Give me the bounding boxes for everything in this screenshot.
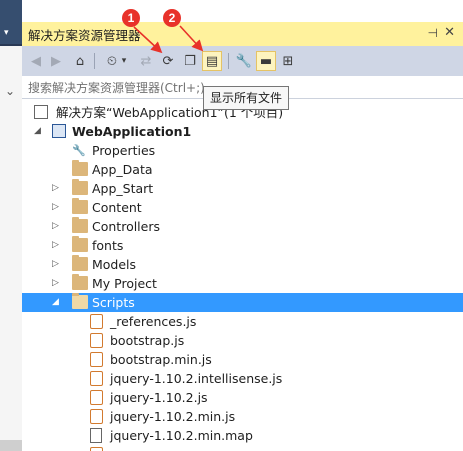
tree-item-label: bootstrap.js (110, 333, 185, 348)
tree-item-jquery-min-js[interactable]: jquery-1.10.2.min.js (22, 407, 463, 426)
tree-item-label: Content (92, 200, 142, 215)
tree-item-label: Scripts (92, 295, 135, 310)
expanded-arrow-icon[interactable]: ◢ (52, 293, 62, 312)
folder-icon (72, 198, 88, 214)
js-file-icon (90, 333, 103, 348)
collapsed-arrow-icon[interactable]: ▷ (52, 179, 62, 198)
expanded-arrow-icon[interactable]: ◢ (34, 122, 44, 141)
js-file-icon (90, 352, 103, 367)
tree-item-jquery-min-map[interactable]: jquery-1.10.2.min.map (22, 426, 463, 445)
js-file-icon (90, 390, 103, 405)
tree-item-project[interactable]: ◢ WebApplication1 (22, 122, 463, 141)
tree-item-my-project[interactable]: ▷ My Project (22, 274, 463, 293)
arrow-2 (179, 25, 204, 52)
text-file-icon (90, 428, 102, 443)
tree-item-label: Controllers (92, 219, 160, 234)
tree-item-label: bootstrap.min.js (110, 352, 212, 367)
collapsed-arrow-icon[interactable]: ▷ (52, 236, 62, 255)
chevron-down-icon[interactable]: ⌄ (5, 84, 15, 98)
tree-item-label: jquery-1.10.2.min.js (110, 409, 236, 424)
tree-item-scripts[interactable]: ◢ Scripts (22, 293, 463, 312)
tree-item-bootstrap-min-js[interactable]: bootstrap.min.js (22, 350, 463, 369)
tree-item-app-start[interactable]: ▷ App_Start (22, 179, 463, 198)
tree-item-app-data[interactable]: App_Data (22, 160, 463, 179)
folder-icon (72, 274, 88, 290)
tree-item-content[interactable]: ▷ Content (22, 198, 463, 217)
tree-item-partial (22, 445, 463, 451)
collapsed-arrow-icon[interactable]: ▷ (52, 255, 62, 274)
tree-item-properties[interactable]: 🔧 Properties (22, 141, 463, 160)
scrollbar[interactable] (0, 440, 22, 451)
folder-icon (72, 179, 88, 195)
tree-item-label: My Project (92, 276, 157, 291)
tree-item-jquery-js[interactable]: jquery-1.10.2.js (22, 388, 463, 407)
web-project-icon (52, 124, 66, 138)
folder-icon (72, 160, 88, 176)
tree-item-label: jquery-1.10.2.min.map (110, 428, 253, 443)
tree-item-bootstrap-js[interactable]: bootstrap.js (22, 331, 463, 350)
search-input[interactable]: 搜索解决方案资源管理器(Ctrl+;) (28, 79, 205, 96)
tree-item-label: App_Start (92, 181, 154, 196)
arrow-1 (133, 26, 163, 54)
tree-item-label: fonts (92, 238, 124, 253)
js-file-icon (90, 447, 103, 451)
solution-icon (34, 105, 48, 119)
collapsed-arrow-icon[interactable]: ▷ (52, 274, 62, 293)
folder-icon (72, 217, 88, 233)
open-folder-icon (72, 293, 88, 309)
tree-item-jquery-intellisense-js[interactable]: jquery-1.10.2.intellisense.js (22, 369, 463, 388)
js-file-icon (90, 371, 103, 386)
tree-item-label: _references.js (110, 314, 197, 329)
tree-item-models[interactable]: ▷ Models (22, 255, 463, 274)
tree-item-label: jquery-1.10.2.js (110, 390, 208, 405)
tree-item-label: Models (92, 257, 137, 272)
tree-item-label: jquery-1.10.2.intellisense.js (110, 371, 283, 386)
tree-item-controllers[interactable]: ▷ Controllers (22, 217, 463, 236)
tree-item-label: Properties (92, 143, 156, 158)
annotation-arrows (133, 25, 204, 54)
folder-icon (72, 255, 88, 271)
tree-item-fonts[interactable]: ▷ fonts (22, 236, 463, 255)
wrench-icon: 🔧 (72, 144, 86, 157)
js-file-icon (90, 314, 103, 329)
collapsed-arrow-icon[interactable]: ▷ (52, 217, 62, 236)
tree-item-references-js[interactable]: _references.js (22, 312, 463, 331)
project-label: WebApplication1 (72, 124, 192, 139)
collapsed-arrow-icon[interactable]: ▷ (52, 198, 62, 217)
tooltip: 显示所有文件 (203, 86, 290, 110)
left-editor-pane (0, 46, 23, 451)
js-file-icon (90, 409, 103, 424)
folder-icon (72, 236, 88, 252)
tree-item-label: App_Data (92, 162, 153, 177)
